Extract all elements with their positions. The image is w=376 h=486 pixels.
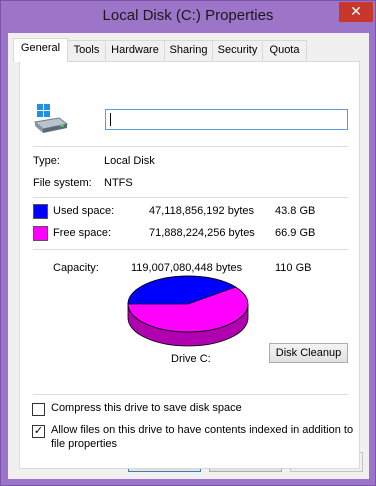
text-caret <box>110 113 111 126</box>
properties-window: Local Disk (C:) Properties ✕ General Too… <box>0 0 376 486</box>
file-system-label: File system: <box>33 177 92 189</box>
index-checkbox[interactable]: ✓ <box>32 425 45 438</box>
window-title: Local Disk (C:) Properties <box>102 7 274 24</box>
used-space-label: Used space: <box>53 205 115 217</box>
index-label-line2[interactable]: file properties <box>51 438 117 450</box>
used-space-gb: 43.8 GB <box>275 205 316 217</box>
close-button[interactable]: ✕ <box>339 2 373 22</box>
divider <box>33 197 348 198</box>
close-icon: ✕ <box>350 3 362 19</box>
used-space-bytes: 47,118,856,192 bytes <box>149 205 254 217</box>
used-space-swatch <box>33 204 48 219</box>
drive-name-input[interactable] <box>105 109 348 130</box>
tab-security[interactable]: Security <box>212 40 263 61</box>
divider <box>33 249 348 250</box>
disk-cleanup-button[interactable]: Disk Cleanup <box>269 343 348 363</box>
tab-sharing[interactable]: Sharing <box>164 40 213 61</box>
capacity-gb: 110 GB <box>275 262 312 274</box>
tab-general[interactable]: General <box>13 38 68 62</box>
free-space-label: Free space: <box>53 227 112 239</box>
drive-icon <box>33 104 69 133</box>
check-icon: ✓ <box>33 425 44 437</box>
tab-hardware[interactable]: Hardware <box>105 40 165 61</box>
capacity-label: Capacity: <box>53 262 99 274</box>
general-panel: Type: Local Disk File system: NTFS Used … <box>19 61 360 469</box>
divider <box>33 394 348 395</box>
type-value: Local Disk <box>104 155 155 167</box>
index-label-line1[interactable]: Allow files on this drive to have conten… <box>51 424 353 436</box>
type-label: Type: <box>33 155 60 167</box>
title-bar[interactable]: Local Disk (C:) Properties ✕ <box>1 1 375 33</box>
divider <box>33 146 348 147</box>
tab-quota[interactable]: Quota <box>262 40 307 61</box>
compress-label[interactable]: Compress this drive to save disk space <box>51 402 242 414</box>
disk-usage-pie <box>127 275 249 347</box>
drive-label: Drive C: <box>171 353 211 365</box>
capacity-bytes: 119,007,080,448 bytes <box>131 262 243 274</box>
tab-tools[interactable]: Tools <box>67 40 106 61</box>
free-space-swatch <box>33 226 48 241</box>
dialog-body: General Tools Hardware Sharing Security … <box>8 33 369 479</box>
free-space-bytes: 71,888,224,256 bytes <box>149 227 255 239</box>
compress-checkbox[interactable] <box>32 403 45 416</box>
file-system-value: NTFS <box>104 177 133 189</box>
free-space-gb: 66.9 GB <box>275 227 316 239</box>
